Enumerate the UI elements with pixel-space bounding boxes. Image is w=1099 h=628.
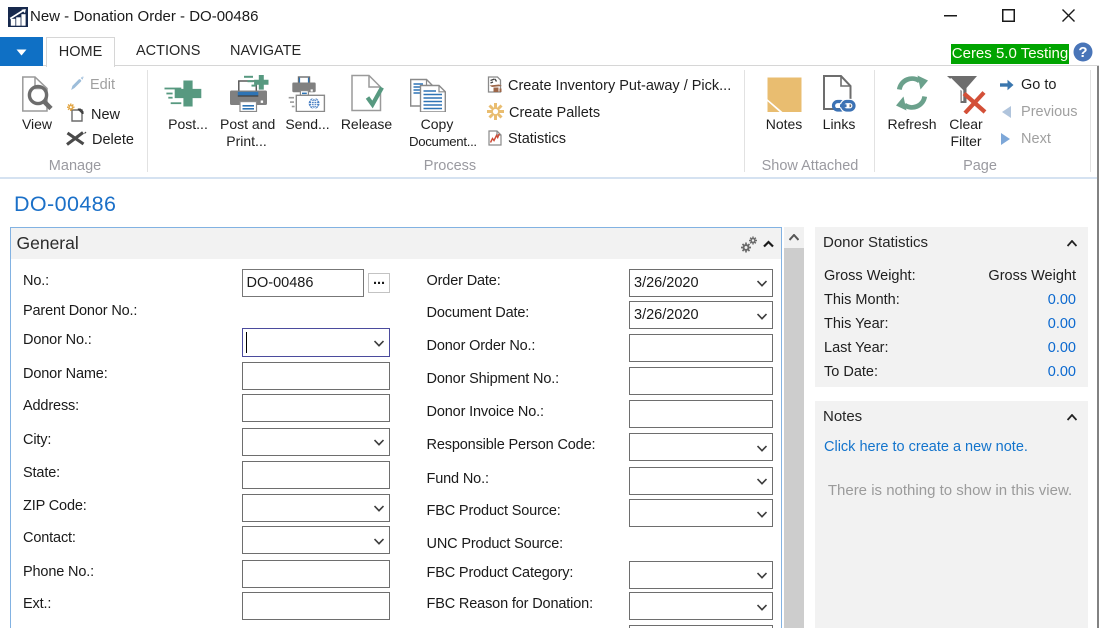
svg-text:?: ? (1078, 44, 1087, 61)
